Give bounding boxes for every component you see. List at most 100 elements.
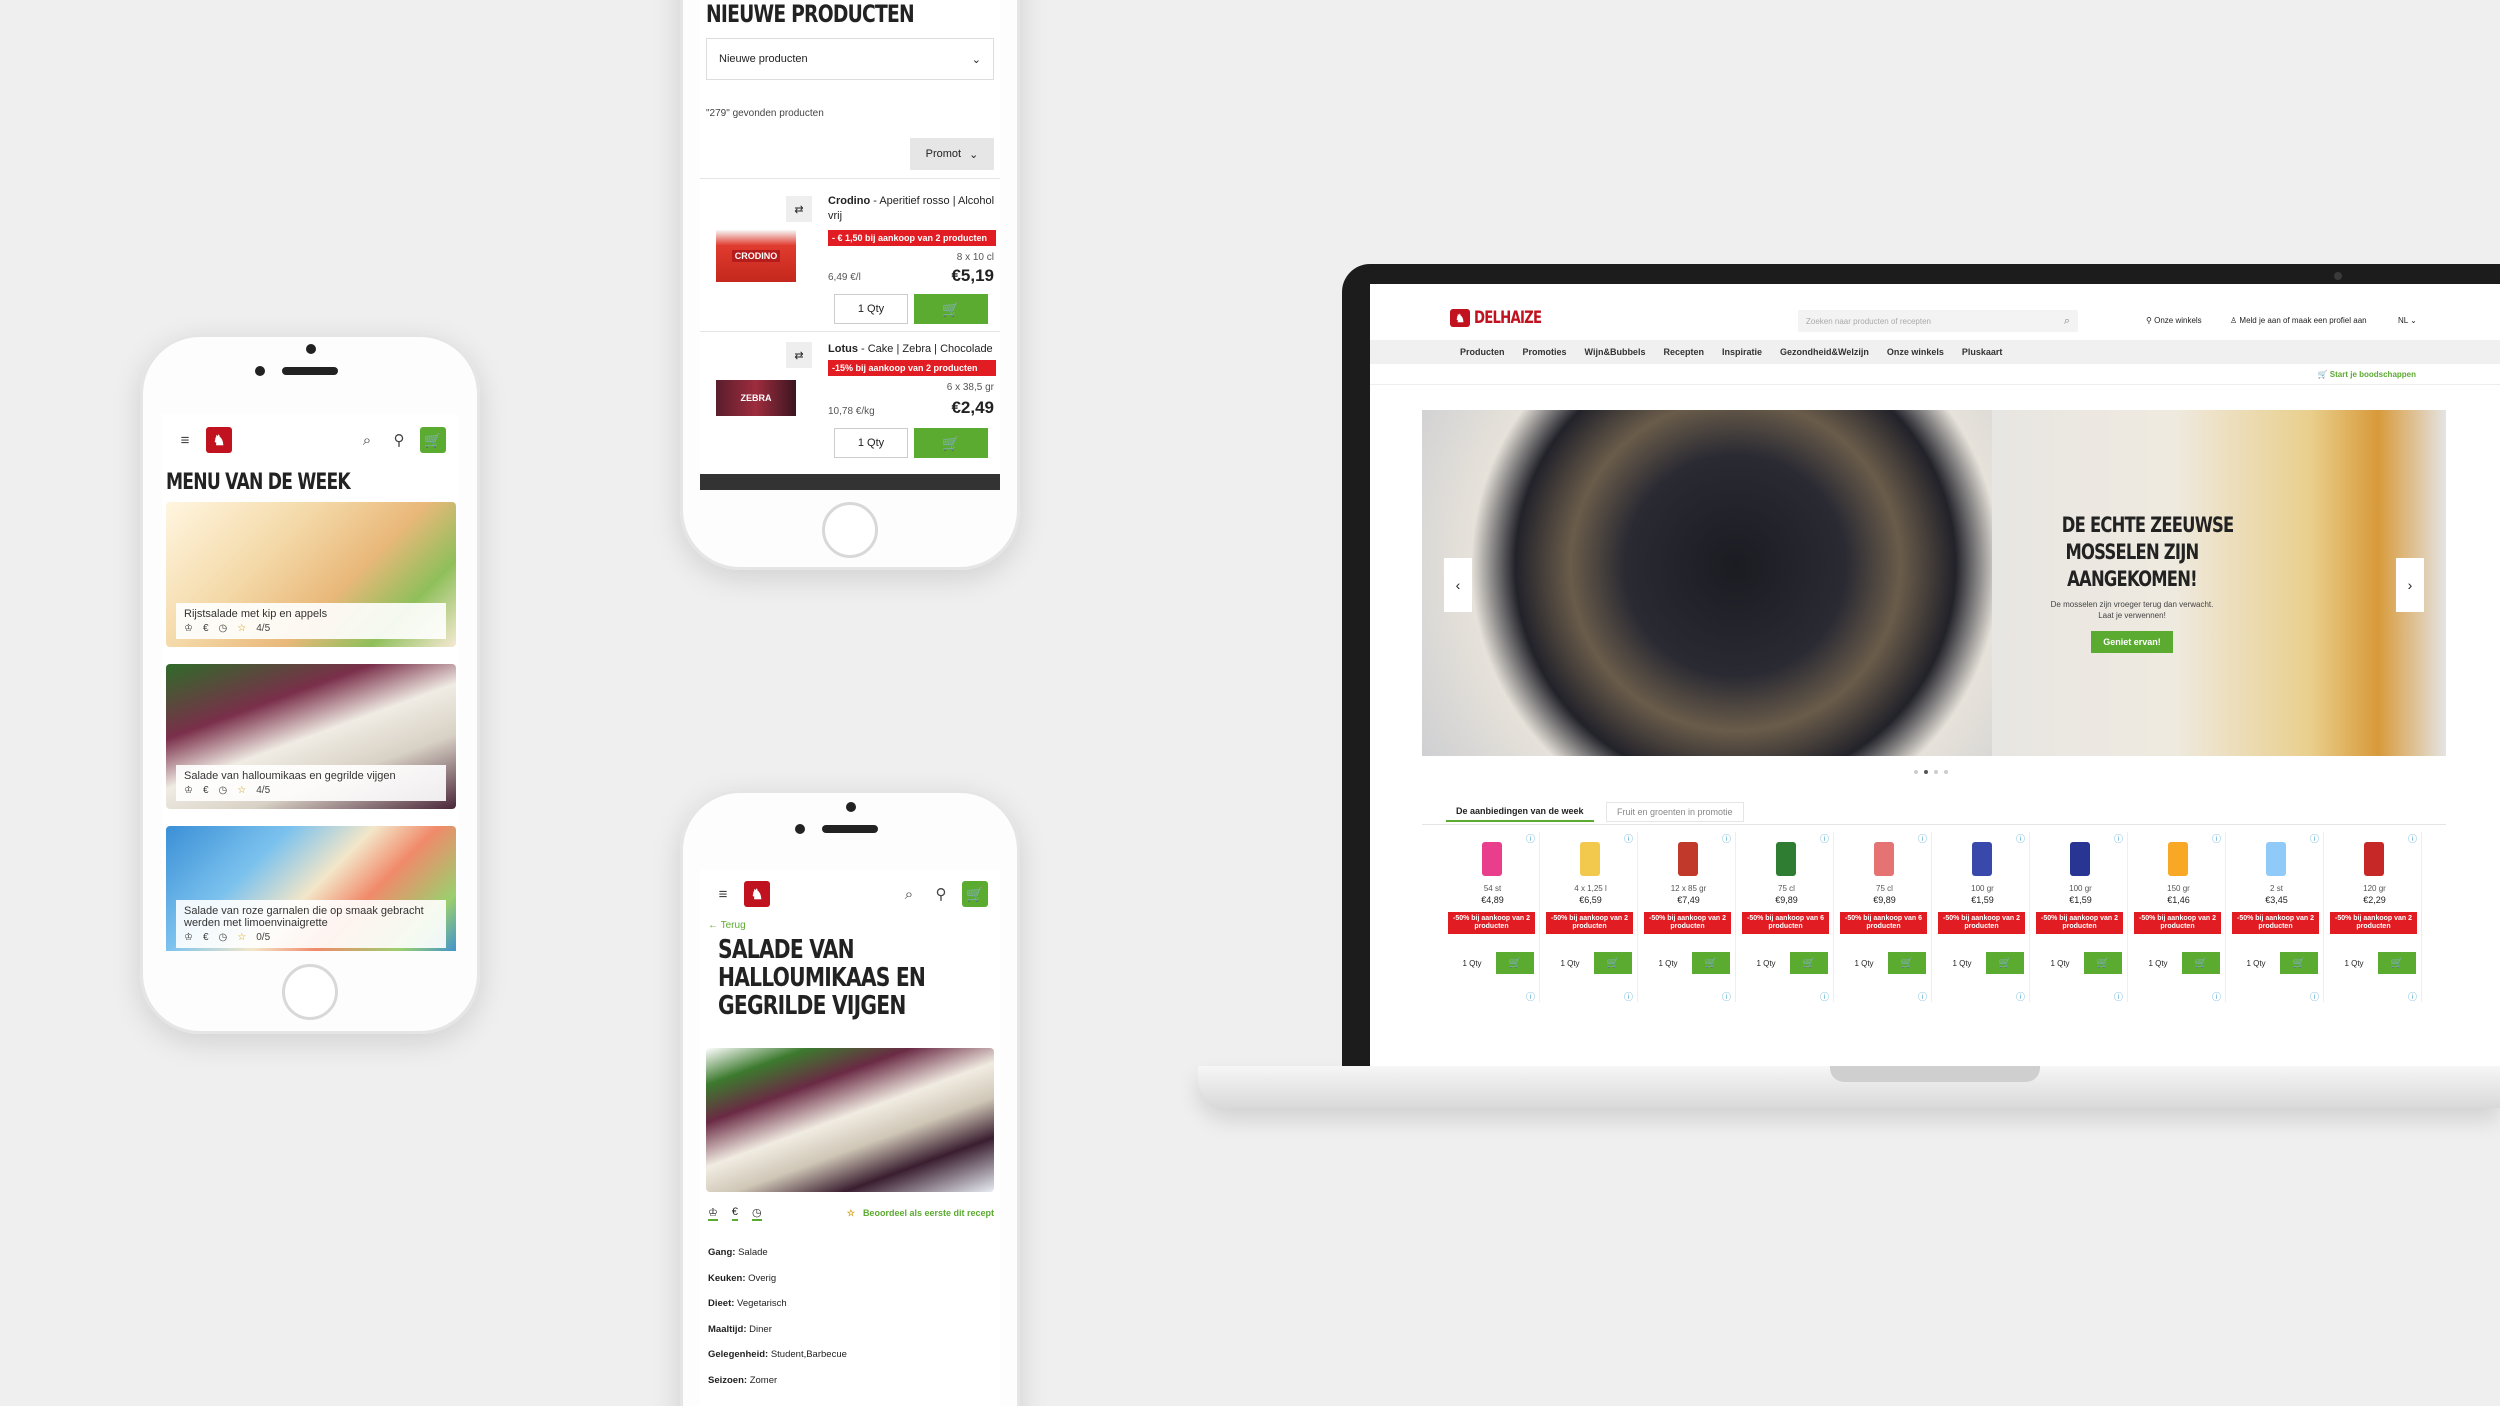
qty-select[interactable]: 1 Qty — [2334, 952, 2374, 974]
hero-cta-button[interactable]: Geniet ervan! — [2091, 631, 2173, 654]
nav-item-inspiratie[interactable]: Inspiratie — [1722, 347, 1762, 357]
carousel-dot[interactable] — [1934, 770, 1938, 774]
add-to-cart-button[interactable]: 🛒 — [914, 428, 988, 458]
product-title[interactable]: Lotus - Cake | Zebra | Chocolade — [828, 342, 996, 357]
info-icon[interactable]: ⓘ — [2310, 832, 2319, 845]
add-to-cart-button[interactable]: 🛒 — [2378, 952, 2416, 974]
add-to-cart-button[interactable]: 🛒 — [1692, 952, 1730, 974]
info-icon[interactable]: ⓘ — [1918, 832, 1927, 845]
add-to-cart-button[interactable]: 🛒 — [2280, 952, 2318, 974]
sort-select[interactable]: Nieuwe producten ⌄ — [706, 38, 994, 80]
start-shopping-link[interactable]: 🛒 Start je boodschappen — [2318, 370, 2416, 379]
product-thumbnail[interactable] — [1972, 842, 1992, 876]
qty-select[interactable]: 1 Qty — [2138, 952, 2178, 974]
product-thumbnail[interactable] — [2364, 842, 2384, 876]
product-thumbnail[interactable] — [1580, 842, 1600, 876]
delhaize-logo-icon[interactable]: ♞ — [206, 427, 232, 453]
carousel-dot[interactable] — [1914, 770, 1918, 774]
add-to-cart-button[interactable]: 🛒 — [2182, 952, 2220, 974]
info-icon[interactable]: ⓘ — [2212, 990, 2221, 1003]
add-to-cart-button[interactable]: 🛒 — [914, 294, 988, 324]
info-icon[interactable]: ⓘ — [2016, 832, 2025, 845]
back-link[interactable]: ← Terug — [708, 920, 746, 931]
login-link[interactable]: ♙ Meld je aan of maak een profiel aan — [2230, 316, 2367, 325]
recipe-card[interactable]: Salade van halloumikaas en gegrilde vijg… — [166, 664, 456, 809]
product-title[interactable]: Crodino - Aperitief rosso | Alcohol vrij — [828, 194, 996, 224]
filter-button[interactable]: Promot ⌄ — [910, 138, 994, 170]
nav-item-wijn[interactable]: Wijn&Bubbels — [1585, 347, 1646, 357]
rate-recipe-link[interactable]: ☆ Beoordeel als eerste dit recept — [847, 1208, 994, 1219]
compare-icon[interactable]: ⇄ — [786, 342, 812, 368]
cart-icon[interactable]: 🛒 — [962, 881, 988, 907]
language-select[interactable]: NL ⌄ — [2398, 316, 2417, 325]
nav-item-winkels[interactable]: Onze winkels — [1887, 347, 1944, 357]
carousel-dot[interactable] — [1944, 770, 1948, 774]
qty-select[interactable]: 1 Qty — [1942, 952, 1982, 974]
recipe-card[interactable]: Salade van roze garnalen die op smaak ge… — [166, 826, 456, 951]
info-icon[interactable]: ⓘ — [1722, 832, 1731, 845]
info-icon[interactable]: ⓘ — [2114, 832, 2123, 845]
location-icon[interactable]: ⚲ — [388, 429, 410, 451]
carousel-prev-button[interactable]: ‹ — [1444, 558, 1472, 612]
compare-icon[interactable]: ⇄ — [786, 196, 812, 222]
info-icon[interactable]: ⓘ — [1722, 990, 1731, 1003]
qty-select[interactable]: 1 Qty — [2236, 952, 2276, 974]
product-thumbnail[interactable] — [1482, 842, 1502, 876]
search-input[interactable]: Zoeken naar producten of recepten ⌕ — [1798, 310, 2078, 332]
hamburger-icon[interactable]: ≡ — [174, 429, 196, 451]
carousel-dot[interactable] — [1924, 770, 1928, 774]
info-icon[interactable]: ⓘ — [2114, 990, 2123, 1003]
add-to-cart-button[interactable]: 🛒 — [1594, 952, 1632, 974]
location-icon[interactable]: ⚲ — [930, 883, 952, 905]
product-thumbnail[interactable] — [2266, 842, 2286, 876]
info-icon[interactable]: ⓘ — [2408, 832, 2417, 845]
add-to-cart-button[interactable]: 🛒 — [1986, 952, 2024, 974]
search-icon[interactable]: ⌕ — [356, 429, 378, 451]
stores-link[interactable]: ⚲ Onze winkels — [2146, 316, 2202, 325]
qty-select[interactable]: 1 Qty — [1648, 952, 1688, 974]
info-icon[interactable]: ⓘ — [1624, 832, 1633, 845]
search-icon[interactable]: ⌕ — [898, 883, 920, 905]
qty-select[interactable]: 1 Qty — [1550, 952, 1590, 974]
info-icon[interactable]: ⓘ — [2310, 990, 2319, 1003]
info-icon[interactable]: ⓘ — [1820, 832, 1829, 845]
nav-item-pluskaart[interactable]: Pluskaart — [1962, 347, 2003, 357]
product-thumbnail[interactable] — [2070, 842, 2090, 876]
carousel-next-button[interactable]: › — [2396, 558, 2424, 612]
delhaize-logo-icon[interactable]: ♞ — [744, 881, 770, 907]
qty-select[interactable]: 1 Qty — [1452, 952, 1492, 974]
add-to-cart-button[interactable]: 🛒 — [1888, 952, 1926, 974]
info-icon[interactable]: ⓘ — [2212, 832, 2221, 845]
add-to-cart-button[interactable]: 🛒 — [2084, 952, 2122, 974]
product-image[interactable]: ZEBRA — [716, 380, 796, 416]
delhaize-logo[interactable]: ♞ DELHAIZE — [1450, 308, 1560, 328]
recipe-card[interactable]: Rijstsalade met kip en appels ♔ € ◷ ☆ 4/5 — [166, 502, 456, 647]
nav-item-recepten[interactable]: Recepten — [1663, 347, 1704, 357]
product-thumbnail[interactable] — [1874, 842, 1894, 876]
info-icon[interactable]: ⓘ — [1526, 832, 1535, 845]
nav-item-promoties[interactable]: Promoties — [1523, 347, 1567, 357]
qty-select[interactable]: 1 Qty — [834, 294, 908, 324]
cart-icon[interactable]: 🛒 — [420, 427, 446, 453]
add-to-cart-button[interactable]: 🛒 — [1790, 952, 1828, 974]
info-icon[interactable]: ⓘ — [1526, 990, 1535, 1003]
nav-item-gezondheid[interactable]: Gezondheid&Welzijn — [1780, 347, 1869, 357]
info-icon[interactable]: ⓘ — [1624, 990, 1633, 1003]
product-thumbnail[interactable] — [2168, 842, 2188, 876]
info-icon[interactable]: ⓘ — [1820, 990, 1829, 1003]
hamburger-icon[interactable]: ≡ — [712, 883, 734, 905]
product-image[interactable]: CRODINO — [716, 230, 796, 282]
product-thumbnail[interactable] — [1678, 842, 1698, 876]
info-icon[interactable]: ⓘ — [2016, 990, 2025, 1003]
qty-select[interactable]: 1 Qty — [1844, 952, 1884, 974]
nav-item-producten[interactable]: Producten — [1460, 347, 1505, 357]
add-to-cart-button[interactable]: 🛒 — [1496, 952, 1534, 974]
qty-select[interactable]: 1 Qty — [2040, 952, 2080, 974]
info-icon[interactable]: ⓘ — [2408, 990, 2417, 1003]
qty-select[interactable]: 1 Qty — [1746, 952, 1786, 974]
info-icon[interactable]: ⓘ — [1918, 990, 1927, 1003]
tab-fruit[interactable]: Fruit en groenten in promotie — [1606, 802, 1744, 822]
tab-deals[interactable]: De aanbiedingen van de week — [1446, 802, 1594, 822]
product-thumbnail[interactable] — [1776, 842, 1796, 876]
qty-select[interactable]: 1 Qty — [834, 428, 908, 458]
